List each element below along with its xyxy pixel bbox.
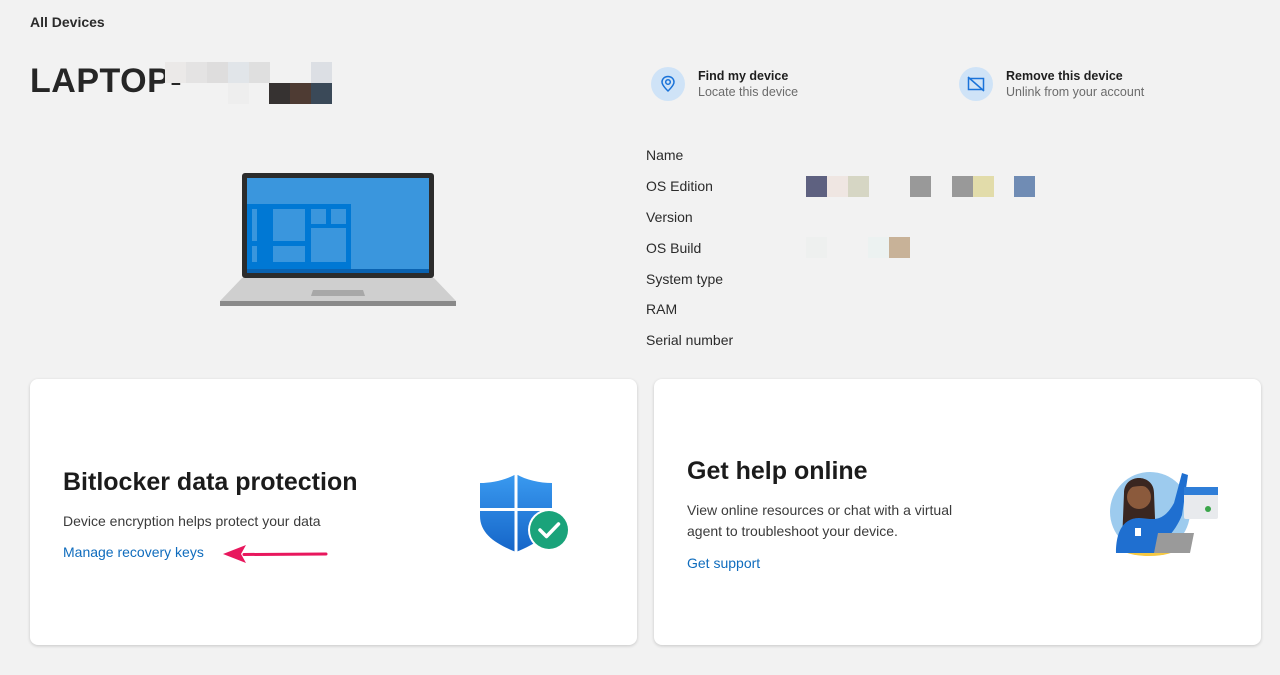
remove-device-action[interactable]: Remove this device Unlink from your acco…: [959, 67, 1144, 101]
find-my-device-title: Find my device: [698, 69, 789, 83]
support-agent-illustration: [1110, 472, 1218, 556]
spec-value-redacted: [806, 175, 1046, 197]
spec-row-serial-number: Serial number: [646, 325, 1046, 356]
help-title: Get help online: [687, 457, 868, 485]
spec-row-system-type: System type: [646, 263, 1046, 294]
spec-label: System type: [646, 270, 724, 287]
help-description-line2: agent to troubleshoot your device.: [687, 523, 898, 539]
bitlocker-title: Bitlocker data protection: [63, 468, 358, 496]
device-title: LAPTOP-: [30, 62, 183, 100]
spec-label: Serial number: [646, 332, 734, 349]
spec-value-redacted: [806, 237, 1046, 259]
spec-label: RAM: [646, 301, 678, 318]
spec-row-ram: RAM: [646, 294, 1046, 325]
bitlocker-card: Bitlocker data protection Device encrypt…: [30, 379, 637, 645]
bitlocker-description: Device encryption helps protect your dat…: [63, 513, 321, 529]
spec-value-redacted: [806, 299, 1046, 320]
spec-row-version: Version: [646, 202, 1046, 233]
spec-value-redacted: [806, 145, 1046, 166]
find-my-device-action[interactable]: Find my device Locate this device: [651, 67, 798, 101]
spec-label: OS Edition: [646, 178, 713, 195]
spec-value-redacted: [806, 206, 1046, 227]
help-description-line1: View online resources or chat with a vir…: [687, 502, 953, 518]
spec-label: OS Build: [646, 239, 702, 256]
spec-value-redacted: [806, 330, 1046, 351]
spec-label: Version: [646, 208, 693, 225]
spec-row-os-edition: OS Edition: [646, 171, 1046, 202]
spec-value-redacted: [806, 268, 1046, 289]
device-name-redacted: [165, 62, 332, 104]
location-pin-icon: [661, 75, 675, 93]
find-my-device-subtitle: Locate this device: [698, 85, 799, 99]
spec-row-name: Name: [646, 140, 1046, 171]
breadcrumb-all-devices[interactable]: All Devices: [30, 14, 105, 30]
shield-check-icon: [480, 474, 570, 552]
get-support-link[interactable]: Get support: [687, 555, 760, 571]
spec-row-os-build: OS Build: [646, 232, 1046, 263]
remove-device-title: Remove this device: [1006, 69, 1123, 83]
help-card: Get help online View online resources or…: [654, 379, 1261, 645]
laptop-illustration: [220, 173, 456, 306]
spec-label: Name: [646, 147, 684, 164]
remove-device-icon: [967, 76, 985, 92]
annotation-arrow: [223, 545, 328, 563]
remove-device-subtitle: Unlink from your account: [1006, 85, 1145, 99]
device-specs: Name OS Edition Version OS Build System …: [646, 140, 1046, 356]
manage-recovery-keys-link[interactable]: Manage recovery keys: [63, 544, 204, 560]
